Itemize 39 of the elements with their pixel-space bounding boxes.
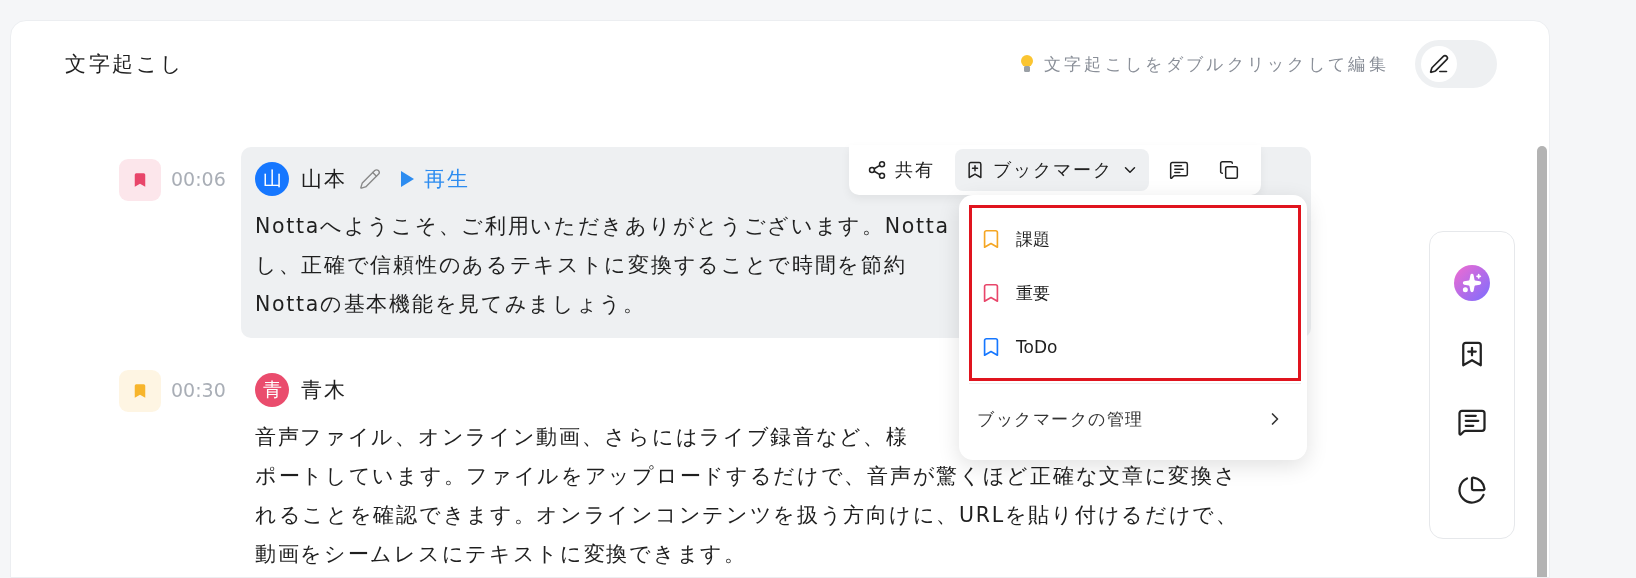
transcript-line: Nottaの基本機能を見てみましょう。	[255, 291, 646, 318]
transcript-line: れることを確認できます。オンラインコンテンツを扱う方向けに、URLを貼り付けるだけで、	[255, 502, 1239, 529]
chart-button[interactable]	[1457, 475, 1487, 505]
bookmark-dropdown[interactable]: ブックマーク	[955, 149, 1149, 191]
edit-hint: 文字起こしをダブルクリックして編集	[1043, 52, 1389, 76]
menu-item-label: 重要	[1016, 281, 1050, 305]
bookmark-badge[interactable]	[119, 159, 161, 201]
speaker-avatar: 山	[255, 162, 289, 196]
share-icon	[867, 160, 887, 180]
pencil-icon[interactable]	[359, 168, 381, 190]
scrollbar[interactable]	[1537, 146, 1547, 577]
speaker-name: 山本	[301, 166, 347, 193]
section-title: 文字起こし	[65, 51, 186, 78]
pen-icon	[1429, 54, 1449, 74]
transcript-line: 動画をシームレスにテキストに変換できます。	[255, 541, 747, 568]
ai-button[interactable]	[1454, 265, 1490, 301]
bookmark-menu-item[interactable]: 課題	[972, 212, 1298, 266]
bookmark-menu-item[interactable]: 重要	[972, 266, 1298, 320]
bookmark-menu-item[interactable]: ToDo	[972, 320, 1298, 374]
speaker-name: 青木	[301, 377, 347, 404]
play-icon	[401, 171, 414, 187]
sparkle-icon	[1454, 265, 1490, 301]
transcript-line: 音声ファイル、オンライン動画、さらにはライブ録音など、様	[255, 424, 909, 451]
transcript-line: Nottaへようこそ、ご利用いただきありがとうございます。Notta	[255, 213, 950, 240]
transcript-line: し、正確で信頼性のあるテキストに変換することで時間を節約	[255, 252, 907, 279]
manage-bookmarks-item[interactable]: ブックマークの管理	[969, 383, 1301, 454]
comment-icon	[1457, 407, 1487, 437]
speaker-avatar: 青	[255, 373, 289, 407]
comment-button[interactable]	[1457, 407, 1487, 437]
copy-icon	[1219, 160, 1239, 180]
lightbulb-icon	[1019, 54, 1034, 74]
pie-chart-icon	[1457, 475, 1487, 505]
comment-icon	[1169, 160, 1189, 180]
bookmark-plus-icon	[965, 160, 985, 180]
menu-item-label: ブックマークの管理	[977, 407, 1144, 431]
menu-item-label: 課題	[1016, 227, 1050, 251]
edit-toggle[interactable]	[1415, 40, 1497, 88]
menu-item-label: ToDo	[1016, 337, 1058, 357]
transcript-line: ポートしています。ファイルをアップロードするだけで、音声が驚くほど正確な文章に変換さ	[255, 463, 1238, 490]
